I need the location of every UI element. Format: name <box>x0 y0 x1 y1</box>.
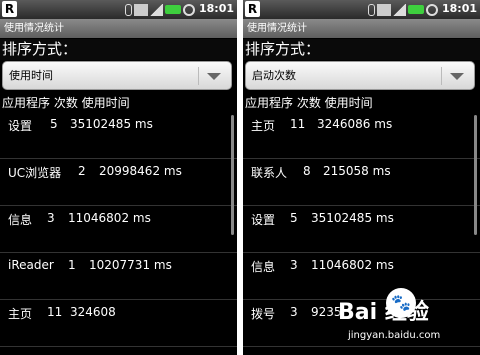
launch-count: 11 <box>290 117 306 131</box>
launch-count: 3 <box>290 258 298 272</box>
launch-count: 5 <box>290 211 298 225</box>
sort-label: 排序方式： <box>0 39 237 60</box>
status-time: 18:01 <box>441 2 477 15</box>
scrollbar[interactable] <box>474 115 477 235</box>
launch-count: 3 <box>47 211 55 225</box>
app-name: 设置 <box>251 213 276 227</box>
status-bar: R 18:01 <box>243 0 480 19</box>
alarm-icon <box>426 3 438 16</box>
chevron-down-icon <box>207 73 221 80</box>
app-name: 设置 <box>8 119 33 133</box>
usage-time: 10207731 ms <box>89 258 172 272</box>
paw-icon: 🐾 <box>386 288 416 318</box>
launch-count: 8 <box>303 164 311 178</box>
usage-list: 设置 5 35102485 ms UC浏览器 2 20998462 ms 信息 … <box>0 112 237 347</box>
alarm-icon <box>183 3 195 16</box>
sort-label: 排序方式： <box>243 39 480 60</box>
list-item[interactable]: 设置 5 35102485 ms <box>243 206 480 253</box>
spinner-divider <box>441 67 442 85</box>
app-name: 联系人 <box>251 166 288 180</box>
list-item[interactable]: 信息 3 11046802 ms <box>0 206 237 253</box>
usage-time: 20998462 ms <box>99 164 182 178</box>
r-badge-icon: R <box>2 1 17 17</box>
status-icons <box>368 3 438 16</box>
usage-time: 3246086 ms <box>317 117 393 131</box>
bluetooth-icon <box>368 3 375 16</box>
usage-time: 11046802 ms <box>311 258 394 272</box>
app-name: 信息 <box>251 260 276 274</box>
app-name: 拨号 <box>251 307 276 321</box>
usage-time: 215058 ms <box>323 164 391 178</box>
usage-time: 324608 <box>70 305 116 319</box>
usage-time: 11046802 ms <box>68 211 151 225</box>
app-name: iReader <box>8 258 54 272</box>
launch-count: 5 <box>50 117 58 131</box>
watermark-url: jingyan.baidu.com <box>348 330 441 341</box>
launch-count: 2 <box>78 164 86 178</box>
list-item[interactable]: 主页 11 324608 <box>0 300 237 347</box>
launch-count: 3 <box>290 305 298 319</box>
baidu-watermark: Bai 经验 🐾 jingyan.baidu.com <box>330 282 480 355</box>
scrollbar[interactable] <box>231 115 234 235</box>
r-badge-icon: R <box>245 1 260 17</box>
list-item[interactable]: iReader 1 10207731 ms <box>0 253 237 300</box>
app-name: 主页 <box>8 307 33 321</box>
bluetooth-icon <box>125 3 132 16</box>
sort-spinner-value: 使用时间 <box>9 69 53 82</box>
sort-spinner[interactable]: 启动次数 <box>245 61 475 90</box>
app-name: UC浏览器 <box>8 166 62 180</box>
signal-icon <box>393 3 406 16</box>
signal-icon <box>150 3 163 16</box>
column-header: 应用程序 次数 使用时间 <box>2 96 130 110</box>
battery-icon <box>165 5 181 14</box>
app-title: 使用情况统计 <box>0 19 237 38</box>
phone-screen-left: R 18:01 使用情况统计 排序方式： 使用时间 应用程序 次数 使用时间 设… <box>0 0 237 355</box>
sort-spinner-value: 启动次数 <box>252 69 296 82</box>
app-name: 主页 <box>251 119 276 133</box>
list-item[interactable]: 主页 11 3246086 ms <box>243 112 480 159</box>
launch-count: 11 <box>47 305 63 319</box>
list-item[interactable]: 设置 5 35102485 ms <box>0 112 237 159</box>
data-icon <box>377 3 391 16</box>
list-item[interactable]: UC浏览器 2 20998462 ms <box>0 159 237 206</box>
sort-spinner[interactable]: 使用时间 <box>2 61 232 90</box>
app-name: 信息 <box>8 213 33 227</box>
data-icon <box>134 3 148 16</box>
status-bar: R 18:01 <box>0 0 237 19</box>
battery-icon <box>408 5 424 14</box>
status-icons <box>125 3 195 16</box>
status-time: 18:01 <box>198 2 234 15</box>
usage-time: 35102485 ms <box>311 211 394 225</box>
usage-time: 35102485 ms <box>70 117 153 131</box>
list-item[interactable]: 联系人 8 215058 ms <box>243 159 480 206</box>
app-title: 使用情况统计 <box>243 19 480 38</box>
spinner-divider <box>198 67 199 85</box>
launch-count: 1 <box>68 258 76 272</box>
chevron-down-icon <box>450 73 464 80</box>
column-header: 应用程序 次数 使用时间 <box>245 96 373 110</box>
